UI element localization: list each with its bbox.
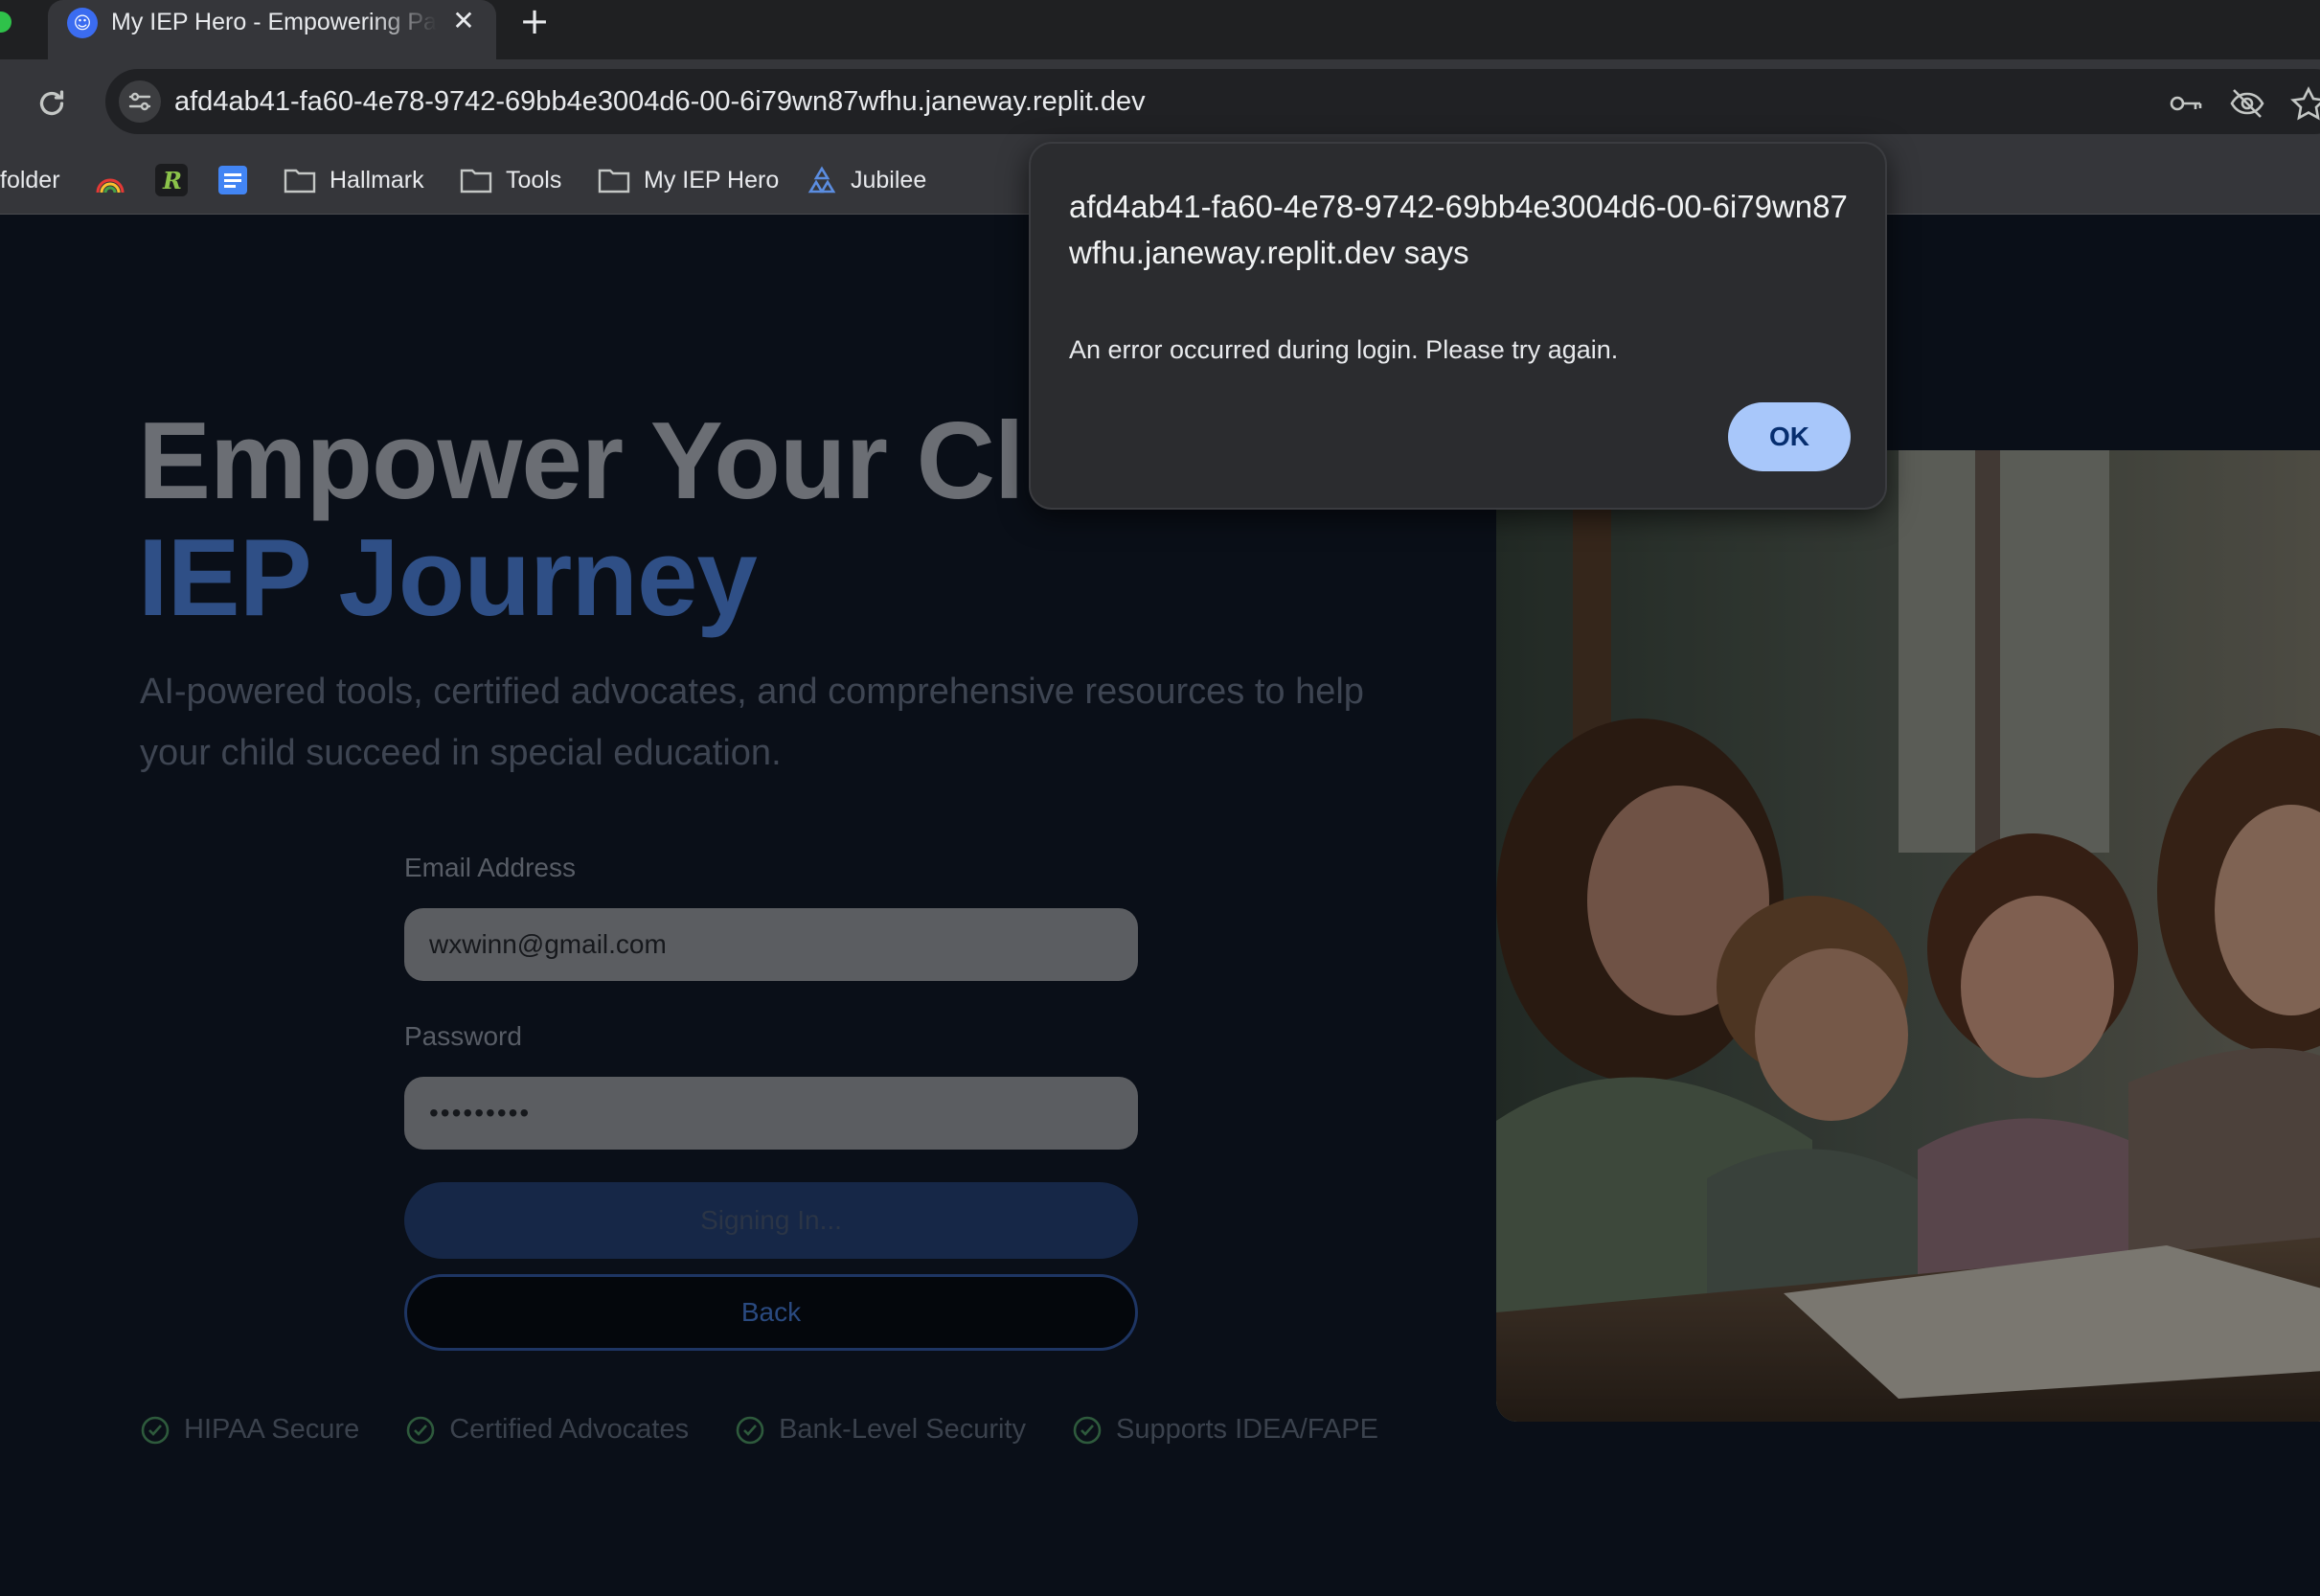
active-tab[interactable]: ☺ My IEP Hero - Empowering Parents ✕ [48,0,496,59]
url-text: afd4ab41-fa60-4e78-9742-69bb4e3004d6-00-… [174,86,1146,117]
bookmark-folder-hallmark[interactable]: Hallmark [284,163,424,197]
check-circle-icon [1073,1416,1102,1444]
badge-label: HIPAA Secure [184,1414,360,1445]
bookmark-label: Hallmark [330,167,424,194]
badge-label: Certified Advocates [449,1414,690,1445]
hero-title-line1: Empower Your Cl [138,400,1025,522]
folder-icon [598,169,630,194]
svg-text:R: R [162,167,182,194]
bookmark-label: My IEP Hero [644,167,780,194]
site-info-button[interactable] [119,80,161,123]
badge-label: Bank-Level Security [779,1414,1026,1445]
tab-title: My IEP Hero - Empowering Parents [111,9,437,35]
email-label: Email Address [404,853,576,882]
bookmark-label: Tools [506,167,562,194]
star-icon[interactable] [2289,86,2320,121]
badge-advocates: Certified Advocates [405,1414,689,1446]
check-circle-icon [406,1416,435,1444]
hero-title-line2: IEP Journey [138,517,758,639]
bookmark-rainbow[interactable] [94,163,126,197]
rainbow-icon [96,178,125,194]
address-bar[interactable]: afd4ab41-fa60-4e78-9742-69bb4e3004d6-00-… [105,69,2320,134]
close-icon[interactable]: ✕ [448,6,479,36]
window-maximize-button[interactable] [0,11,11,33]
dialog-title: afd4ab41-fa60-4e78-9742-69bb4e3004d6-00-… [1069,189,1848,270]
tab-strip: ☺ My IEP Hero - Empowering Parents ✕ + [0,0,2320,59]
jubilee-logo-icon [807,166,836,194]
folder-icon [460,169,492,194]
r-logo-icon: R [155,164,188,196]
bookmark-partial-folder[interactable]: folder [0,163,60,197]
key-icon[interactable] [2167,86,2205,121]
bookmark-docs[interactable] [216,163,249,197]
ok-button[interactable]: OK [1728,402,1851,471]
hero-subtitle: AI-powered tools, certified advocates, a… [140,672,1364,773]
reload-icon[interactable] [34,86,69,121]
folder-icon [284,169,316,194]
bookmark-folder-my-iep-hero[interactable]: My IEP Hero [598,163,779,197]
badge-label: Supports IDEA/FAPE [1115,1414,1378,1445]
badge-hipaa: HIPAA Secure [140,1414,359,1446]
email-field[interactable]: wxwinn@gmail.com [404,908,1138,981]
bookmark-r[interactable]: R [155,163,188,197]
alert-dialog: afd4ab41-fa60-4e78-9742-69bb4e3004d6-00-… [1029,142,1887,510]
password-label: Password [404,1021,522,1051]
dialog-message: An error occurred during login. Please t… [1069,335,1619,364]
tune-icon [128,92,151,111]
bookmark-label: folder [0,167,60,194]
docs-icon [218,166,247,194]
check-circle-icon [736,1416,764,1444]
bookmark-jubilee[interactable]: Jubilee [807,163,926,197]
bookmark-folder-tools[interactable]: Tools [460,163,561,197]
bookmark-label: Jubilee [851,167,927,194]
eye-off-icon[interactable] [2228,86,2266,121]
new-tab-button[interactable]: + [517,3,552,39]
badge-security: Bank-Level Security [735,1414,1026,1446]
badge-idea: Supports IDEA/FAPE [1072,1414,1378,1446]
check-circle-icon [141,1416,170,1444]
back-button[interactable]: Back [404,1274,1138,1351]
sign-in-button[interactable]: Signing In... [404,1182,1138,1259]
hero-photo [1496,450,2320,1422]
person-icon: ☺ [67,8,98,38]
trust-badges: HIPAA Secure Certified Advocates Bank-Le… [140,1414,1378,1446]
browser-toolbar: afd4ab41-fa60-4e78-9742-69bb4e3004d6-00-… [0,59,2320,146]
password-field[interactable]: ••••••••• [404,1077,1138,1150]
